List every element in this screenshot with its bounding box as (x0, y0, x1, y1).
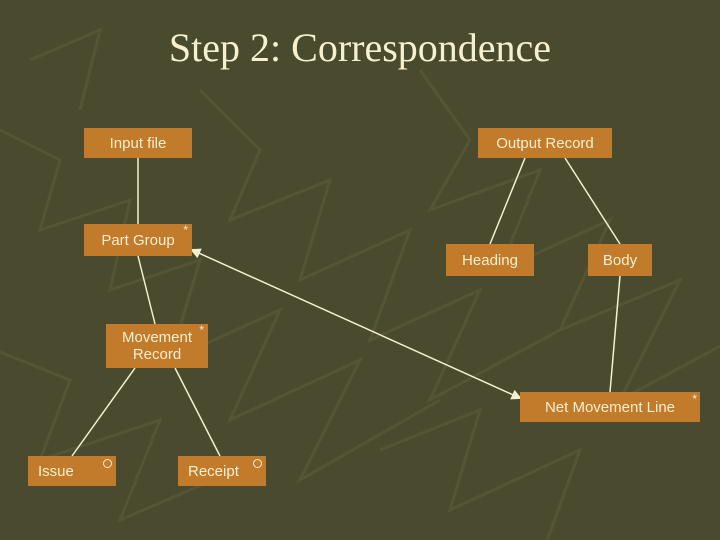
node-output-record: Output Record (478, 128, 612, 158)
node-label: Input file (110, 135, 167, 152)
node-net-movement-line: Net Movement Line * (520, 392, 700, 422)
selection-ring-icon (253, 459, 262, 468)
node-part-group: Part Group * (84, 224, 192, 256)
node-label: Receipt (188, 463, 239, 480)
slide-title: Step 2: Correspondence (0, 24, 720, 71)
node-label: Body (603, 252, 637, 269)
node-issue: Issue (28, 456, 116, 486)
repeat-marker-icon: * (199, 324, 204, 336)
node-label: Part Group (101, 232, 174, 249)
repeat-marker-icon: * (692, 393, 697, 405)
node-receipt: Receipt (178, 456, 266, 486)
node-movement-record: Movement Record * (106, 324, 208, 368)
node-label: Movement Record (122, 329, 192, 363)
selection-ring-icon (103, 459, 112, 468)
node-label: Heading (462, 252, 518, 269)
node-body: Body (588, 244, 652, 276)
node-input-file: Input file (84, 128, 192, 158)
node-label: Output Record (496, 135, 594, 152)
repeat-marker-icon: * (183, 224, 188, 236)
node-label: Net Movement Line (545, 399, 675, 416)
node-label: Issue (38, 463, 74, 480)
node-heading: Heading (446, 244, 534, 276)
